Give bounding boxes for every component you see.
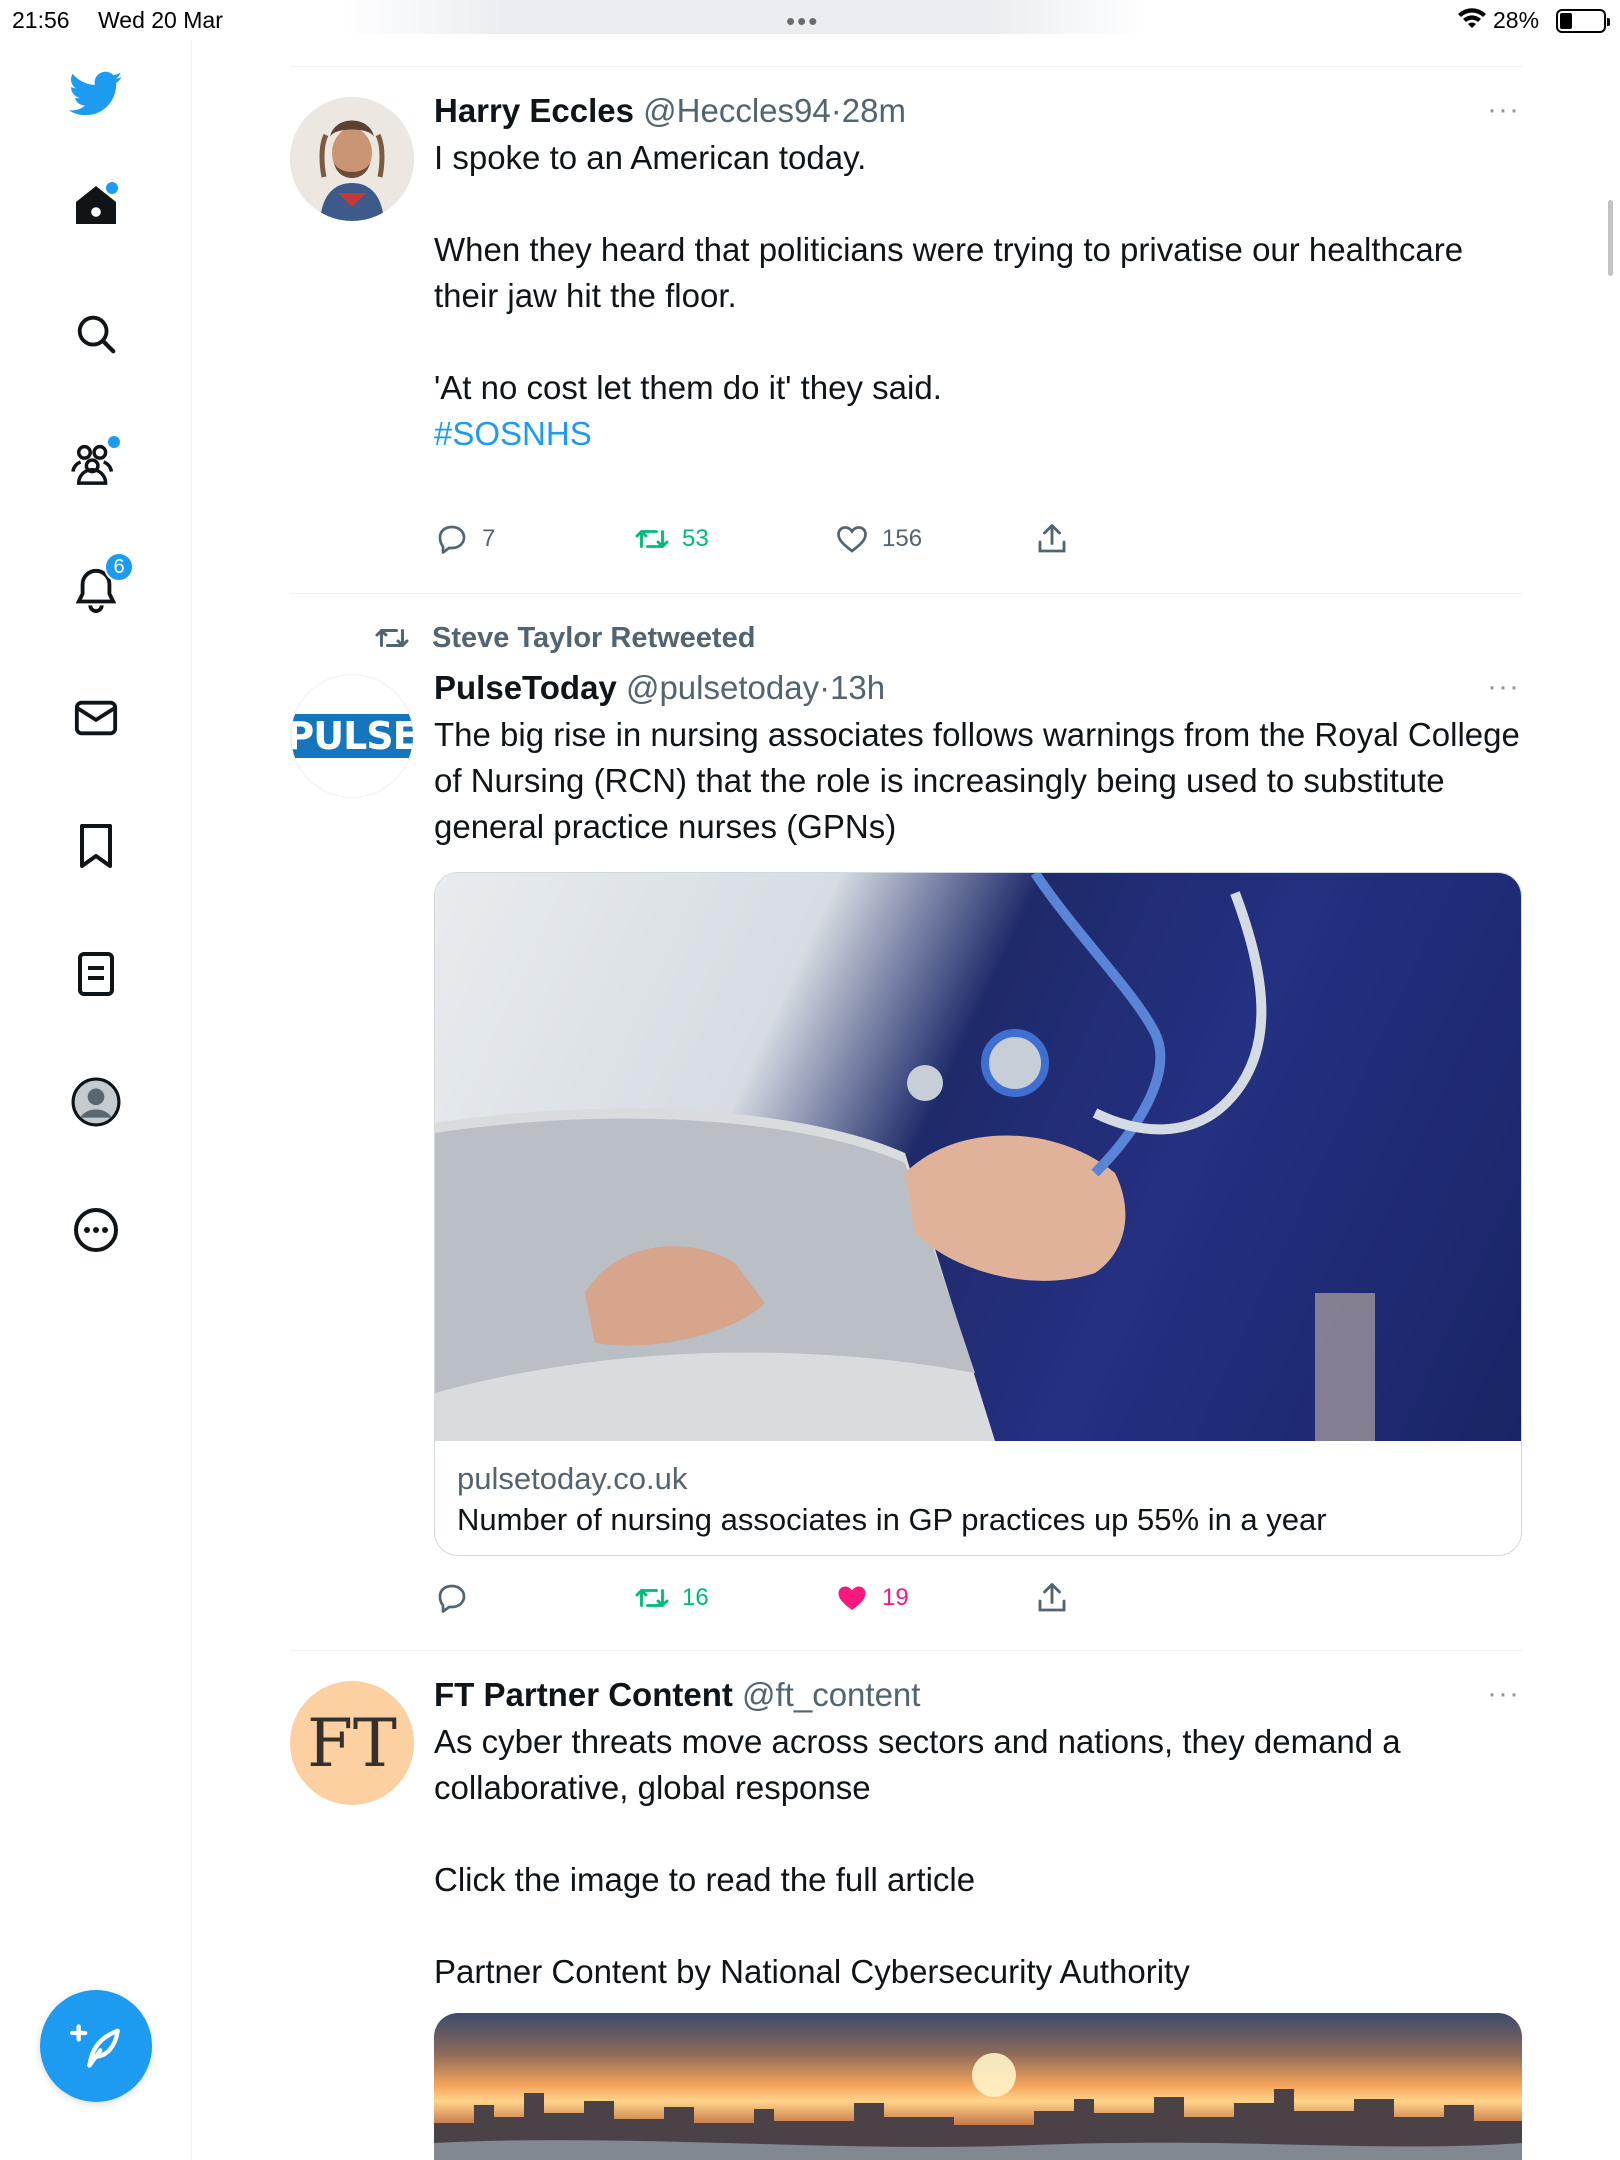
share-icon	[1038, 524, 1066, 553]
communities-icon[interactable]	[64, 430, 128, 494]
like-count: 156	[882, 525, 923, 552]
tweet-text: I spoke to an American today. When they …	[434, 139, 1464, 406]
separator: ·	[830, 92, 842, 129]
retweet-context-label[interactable]: Steve Taylor Retweeted	[432, 622, 755, 655]
separator: ·	[819, 669, 831, 706]
share-icon	[1038, 1583, 1066, 1612]
lists-icon[interactable]	[64, 942, 128, 1006]
author-handle[interactable]: @pulsetoday	[626, 669, 819, 706]
retweet-button[interactable]: 16	[634, 1580, 709, 1616]
more-options-icon[interactable]	[64, 1198, 128, 1262]
like-count: 19	[882, 1584, 909, 1611]
heart-icon	[837, 526, 867, 553]
timeline: Harry Eccles @Heccles94·28m I spoke to a…	[290, 66, 1522, 2160]
ft-logo: FT	[307, 1704, 397, 1782]
tweet-ft-partner-content[interactable]: FT FT Partner Content @ft_content As cyb…	[290, 1651, 1522, 2160]
profile-avatar-icon[interactable]	[64, 1070, 128, 1134]
retweet-button[interactable]: 53	[634, 521, 709, 557]
tweet-text: The big rise in nursing associates follo…	[434, 716, 1530, 845]
author-name[interactable]: Harry Eccles	[434, 92, 634, 129]
retweet-icon	[635, 530, 669, 548]
communities-notification-dot	[108, 436, 120, 448]
tweet-text: As cyber threats move across sectors and…	[434, 1723, 1401, 1990]
status-bar: 21:56 Wed 20 Mar ••• 28%	[0, 0, 1620, 40]
author-name[interactable]: PulseToday	[434, 669, 617, 706]
tweet-header: Harry Eccles @Heccles94·28m	[434, 91, 1522, 131]
scrollbar[interactable]	[1608, 200, 1613, 276]
author-handle[interactable]: @Heccles94	[643, 92, 831, 129]
link-card[interactable]: pulsetoday.co.uk Number of nursing assoc…	[434, 872, 1522, 1556]
card-meta: pulsetoday.co.uk Number of nursing assoc…	[435, 1441, 1521, 1555]
card-domain: pulsetoday.co.uk	[457, 1461, 688, 1496]
bookmarks-icon[interactable]	[64, 814, 128, 878]
hashtag-link[interactable]: #SOSNHS	[434, 411, 1522, 457]
tweet-actions: 16 19	[434, 1580, 1134, 1624]
reply-icon	[438, 525, 466, 554]
card-image-city-sunset[interactable]	[434, 2013, 1522, 2160]
tweet-harry-eccles[interactable]: Harry Eccles @Heccles94·28m I spoke to a…	[290, 67, 1522, 593]
retweet-count: 16	[682, 1584, 709, 1611]
compose-feather-icon	[70, 2024, 120, 2068]
status-date: Wed 20 Mar	[98, 7, 223, 33]
tweet-more-icon[interactable]: ···	[1487, 93, 1520, 127]
tweet-more-icon[interactable]: ···	[1487, 1677, 1520, 1711]
twitter-logo-icon[interactable]	[64, 62, 128, 126]
like-button[interactable]: 19	[834, 1580, 909, 1616]
notifications-badge: 6	[104, 552, 134, 582]
reply-button[interactable]	[434, 1580, 470, 1616]
avatar[interactable]: FT	[290, 1681, 414, 1805]
retweet-icon	[635, 1589, 669, 1607]
tweet-more-icon[interactable]: ···	[1487, 670, 1520, 704]
tweet-time[interactable]: 13h	[830, 669, 885, 706]
tweet-time[interactable]: 28m	[842, 92, 906, 129]
multitasking-dots-icon[interactable]: •••	[786, 6, 819, 37]
retweet-count: 53	[682, 525, 709, 552]
retweet-context-icon	[375, 629, 409, 647]
home-notification-dot	[106, 182, 118, 194]
retweet-context: Steve Taylor Retweeted	[372, 620, 755, 656]
card-image-nurse-tablet[interactable]	[435, 873, 1521, 1441]
share-button[interactable]	[1034, 521, 1070, 557]
avatar[interactable]: PULSE	[290, 674, 414, 798]
search-icon[interactable]	[64, 302, 128, 366]
share-button[interactable]	[1034, 1580, 1070, 1616]
wifi-icon	[1458, 8, 1486, 36]
tweet-header: PulseToday @pulsetoday·13h	[434, 668, 1522, 708]
messages-envelope-icon[interactable]	[64, 686, 128, 750]
compose-tweet-button[interactable]	[40, 1990, 152, 2102]
tweet-header: FT Partner Content @ft_content	[434, 1675, 1522, 1715]
notifications-bell-icon[interactable]: 6	[64, 552, 134, 622]
battery-percent: 28%	[1493, 7, 1540, 33]
home-icon[interactable]	[64, 174, 128, 238]
sidebar: 6	[0, 40, 192, 2160]
status-time: 21:56	[12, 7, 70, 33]
card-title[interactable]: Number of nursing associates in GP pract…	[457, 1499, 1499, 1541]
tweet-actions: 7 53 156	[434, 521, 1134, 565]
reply-button[interactable]: 7	[434, 521, 495, 557]
like-button[interactable]: 156	[834, 521, 922, 557]
reply-count: 7	[482, 525, 496, 552]
avatar[interactable]	[290, 97, 414, 221]
pulse-logo: PULSE	[291, 714, 413, 758]
reply-icon	[438, 1584, 466, 1613]
heart-filled-icon	[838, 1586, 866, 1610]
author-name[interactable]: FT Partner Content	[434, 1676, 733, 1713]
author-handle[interactable]: @ft_content	[742, 1676, 920, 1713]
tweet-pulsetoday[interactable]: Steve Taylor Retweeted PULSE PulseToday …	[290, 594, 1522, 1650]
battery-icon	[1556, 9, 1610, 33]
